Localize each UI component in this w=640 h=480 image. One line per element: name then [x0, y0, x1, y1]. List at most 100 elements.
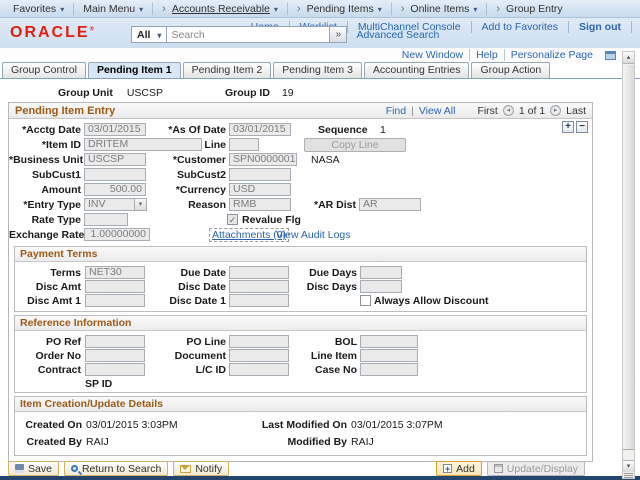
search-input[interactable]: [167, 26, 330, 43]
modified-by-value: RAIJ: [351, 436, 374, 449]
pending-item-entry-header: Pending Item Entry Find | View All First…: [9, 103, 592, 119]
view-all-link[interactable]: View All: [419, 105, 456, 117]
add-to-favorites-link[interactable]: Add to Favorites: [472, 21, 569, 33]
breadcrumb-favorites[interactable]: Favorites: [4, 3, 74, 15]
pending-item-entry-body: *Acctg Date 03/01/2015 *As Of Date 03/01…: [9, 119, 592, 461]
group-unit-value: USCSP: [127, 87, 163, 99]
tab-pending-item-2[interactable]: Pending Item 2: [183, 62, 272, 78]
payment-terms-title: Payment Terms: [15, 247, 586, 262]
http-window-icon[interactable]: [605, 51, 616, 60]
disc-amt-label: Disc Amt: [15, 281, 81, 294]
view-audit-logs-link[interactable]: View Audit Logs: [276, 229, 351, 241]
divider: |: [411, 105, 414, 117]
disc-date-1-label: Disc Date 1: [130, 295, 226, 308]
vertical-scrollbar[interactable]: [622, 51, 635, 479]
customer-label: *Customer: [109, 154, 226, 167]
payment-terms-box: Payment Terms Terms NET30 Due Date Due D…: [14, 246, 587, 312]
last-label[interactable]: Last: [566, 105, 586, 117]
disc-date-1-field: [229, 294, 289, 307]
customer-name: NASA: [311, 154, 340, 167]
scrollbar-grip[interactable]: [624, 472, 633, 478]
add-button[interactable]: Add: [436, 461, 482, 476]
subcust2-label: SubCust2: [109, 169, 226, 182]
first-label[interactable]: First: [477, 105, 497, 117]
row-item-id: *Item ID DRITEM Line Copy Line: [9, 138, 592, 153]
currency-field: USD: [229, 183, 291, 196]
next-row-icon[interactable]: [550, 105, 561, 116]
item-id-label: *Item ID: [9, 139, 81, 152]
previous-row-icon[interactable]: [503, 105, 514, 116]
row-exchange-rate: Exchange Rate 1.00000000 Attachments (0)…: [9, 228, 592, 243]
ar-dist-label: *AR Dist: [291, 199, 356, 212]
as-of-date-field: 03/01/2015: [229, 123, 291, 136]
row-business-unit: *Business Unit USCSP *Customer SPN000000…: [9, 153, 592, 168]
always-allow-discount-label: Always Allow Discount: [374, 295, 494, 308]
customer-field: SPN0000001: [229, 153, 297, 166]
row-created-by: Created By RAIJ Modified By RAIJ: [15, 435, 586, 452]
search-scope-dropdown[interactable]: All: [131, 26, 167, 43]
entry-type-label: *Entry Type: [9, 199, 81, 212]
revalue-flg-checkbox: [227, 214, 238, 225]
search-go-button[interactable]: [330, 26, 347, 43]
row-contract: Contract L/C ID Case No: [15, 363, 586, 377]
scroll-up-icon[interactable]: [623, 52, 634, 64]
lc-id-label: L/C ID: [130, 364, 226, 377]
chevron-down-icon: [473, 3, 477, 15]
tab-group-action[interactable]: Group Action: [471, 62, 550, 78]
row-acctg-date: *Acctg Date 03/01/2015 *As Of Date 03/01…: [9, 123, 592, 138]
chevron-down-icon: [274, 3, 278, 15]
save-button[interactable]: Save: [8, 461, 59, 476]
chevron-down-icon: [60, 3, 64, 15]
terms-label: Terms: [15, 267, 81, 280]
find-link[interactable]: Find: [386, 105, 406, 117]
amount-label: Amount: [9, 184, 81, 197]
new-window-link[interactable]: New Window: [396, 49, 470, 61]
sign-out-link[interactable]: Sign out: [569, 21, 632, 33]
magnifier-icon: [71, 465, 78, 472]
tab-group-control[interactable]: Group Control: [2, 62, 86, 78]
save-disk-icon: [15, 464, 24, 473]
case-no-field: [360, 363, 418, 376]
line-item-field: [360, 349, 418, 362]
help-link[interactable]: Help: [470, 49, 505, 61]
update-display-button: Update/Display: [487, 461, 585, 476]
currency-label: *Currency: [109, 184, 226, 197]
always-allow-discount-checkbox[interactable]: [360, 295, 371, 306]
scroll-down-icon[interactable]: [623, 460, 634, 472]
case-no-label: Case No: [265, 364, 357, 377]
rate-type-field: [84, 213, 128, 226]
row-entry-type: *Entry Type INV Reason RMB *AR Dist AR: [9, 198, 592, 213]
breadcrumb-online-items[interactable]: Online Items: [392, 3, 488, 15]
page-toolbar: Save Return to Search Notify Add Update/…: [0, 461, 620, 476]
as-of-date-label: *As Of Date: [109, 124, 226, 137]
notify-button[interactable]: Notify: [173, 461, 229, 476]
po-ref-label: PO Ref: [15, 336, 81, 349]
row-disc1: Disc Amt 1 Disc Date 1 Always Allow Disc…: [15, 294, 586, 308]
chevron-down-icon: [378, 3, 382, 15]
subcust1-label: SubCust1: [9, 169, 81, 182]
last-modified-on-label: Last Modified On: [255, 419, 347, 432]
scrollbar-thumb[interactable]: [623, 65, 634, 450]
return-to-search-button[interactable]: Return to Search: [64, 461, 168, 476]
breadcrumb-accounts-receivable[interactable]: Accounts Receivable: [153, 3, 288, 15]
tab-accounting-entries[interactable]: Accounting Entries: [364, 62, 470, 78]
created-by-value: RAIJ: [86, 436, 109, 449]
personalize-page-link[interactable]: Personalize Page: [505, 49, 599, 61]
exchange-rate-field: 1.00000000: [84, 228, 150, 241]
tab-pending-item-1[interactable]: Pending Item 1: [88, 62, 181, 78]
row-created-on: Created On 03/01/2015 3:03PM Last Modifi…: [15, 418, 586, 435]
row-order: Order No Document Line Item: [15, 349, 586, 363]
row-amount: Amount 500.00 *Currency USD: [9, 183, 592, 198]
breadcrumb-group-entry: Group Entry: [487, 3, 571, 15]
advanced-search-link[interactable]: Advanced Search: [356, 29, 439, 41]
breadcrumb-pending-items[interactable]: Pending Items: [288, 3, 392, 15]
created-by-label: Created By: [15, 436, 82, 449]
breadcrumb-separator-icon: [401, 3, 407, 15]
bottom-edge-bar: [0, 476, 640, 480]
tab-pending-item-3[interactable]: Pending Item 3: [273, 62, 362, 78]
reference-information-box: Reference Information PO Ref PO Line BOL…: [14, 315, 587, 393]
order-no-label: Order No: [15, 350, 81, 363]
breadcrumb-main-menu[interactable]: Main Menu: [74, 3, 153, 15]
created-on-label: Created On: [15, 419, 82, 432]
reason-label: Reason: [109, 199, 226, 212]
